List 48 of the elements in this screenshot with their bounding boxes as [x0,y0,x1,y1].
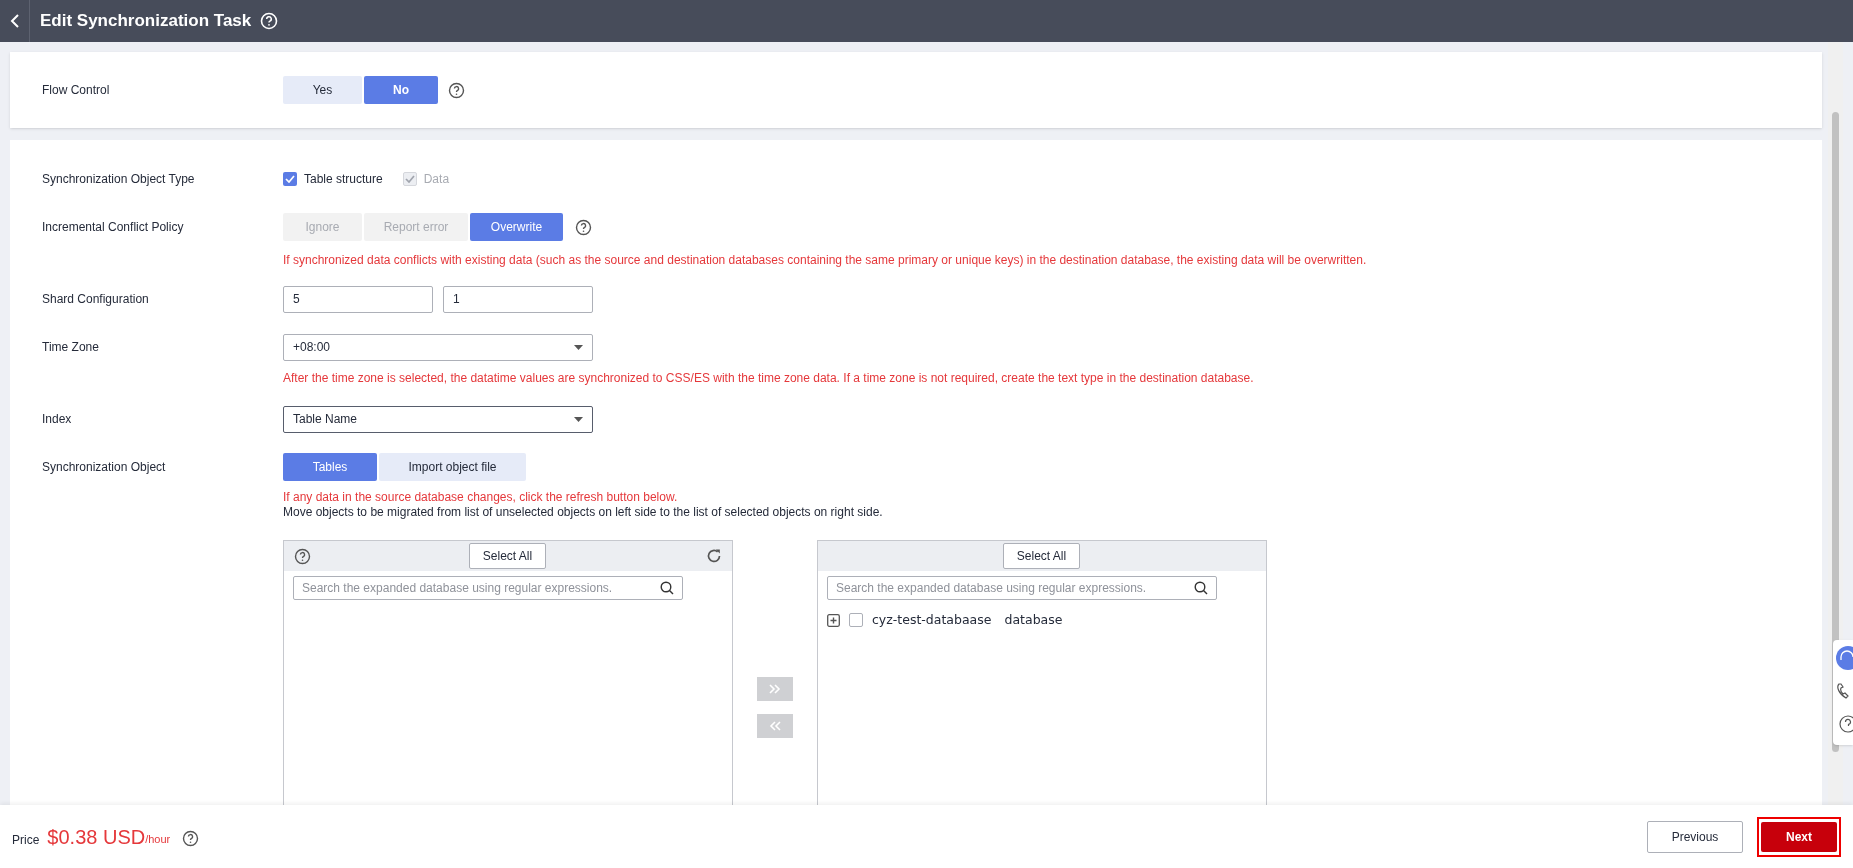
help-icon[interactable] [294,547,311,565]
toggle-option[interactable]: No [364,76,438,104]
back-icon [9,14,20,28]
price-unit: /hour [145,833,171,848]
checkbox[interactable] [849,613,863,627]
database-name: cyz-test-databaase [872,610,992,629]
select-all-button[interactable]: Select All [1003,543,1080,569]
caret-icon [574,344,583,350]
checkbox[interactable] [283,172,297,186]
price-value: $0.38 USD [47,824,146,850]
help-icon[interactable] [575,218,592,236]
field-label: Index [42,411,73,428]
time-zone-dropdown[interactable]: +08:00 [283,333,593,361]
help-icon[interactable] [448,81,465,99]
shard-input[interactable]: 1 [443,285,593,313]
policy-option[interactable]: Overwrite [470,213,563,241]
field-label: Shard Configuration [42,291,150,308]
field-label: Synchronization Object [42,459,167,476]
select-all-button[interactable]: Select All [469,543,546,569]
checkbox-label: Data [423,171,450,188]
instruction-text: Move objects to be migrated from list of unselected objects on left side to the list of selected objects on right side. [283,505,884,520]
warning-text: After the time zone is selected, the datatime values are synchronized to CSS/ES with the time zone data. If a time zone is not required, create the text type in the destination database. [283,370,1255,387]
object-type: database [1004,610,1063,629]
field-label: Synchronization Object Type [42,171,196,188]
double-chevron-right-icon [769,684,781,694]
checkbox-label: Table structure [304,171,383,188]
previous-button[interactable]: Previous [1647,820,1743,853]
next-button[interactable]: Next [1761,821,1837,852]
page-title: Edit Synchronization Task [40,10,252,33]
price-label: Price [12,831,40,849]
field-label: Flow Control [42,82,111,99]
search-icon [660,581,674,595]
warning-text: If synchronized data conflicts with existing data (such as the source and destination databases containing the same primary or unique keys) in the destination database, the existing data will be overwritten. [283,252,1368,269]
object-tab[interactable]: Tables [283,453,377,481]
caret-icon [574,416,583,422]
refresh-icon[interactable] [706,548,722,564]
toggle-option[interactable]: Yes [283,76,362,104]
expand-icon[interactable] [827,613,840,627]
field-label: Incremental Conflict Policy [42,219,185,236]
help-icon[interactable] [182,830,200,847]
index-dropdown[interactable]: Table Name [283,405,593,433]
warning-text: If any data in the source database changes, click the refresh button below. [283,490,679,505]
search-icon [1194,581,1208,595]
help-icon[interactable] [1836,714,1853,734]
double-chevron-left-icon [769,721,781,731]
shard-input[interactable]: 5 [283,285,433,313]
object-tab[interactable]: Import object file [379,453,526,481]
field-label: Time Zone [42,339,100,356]
